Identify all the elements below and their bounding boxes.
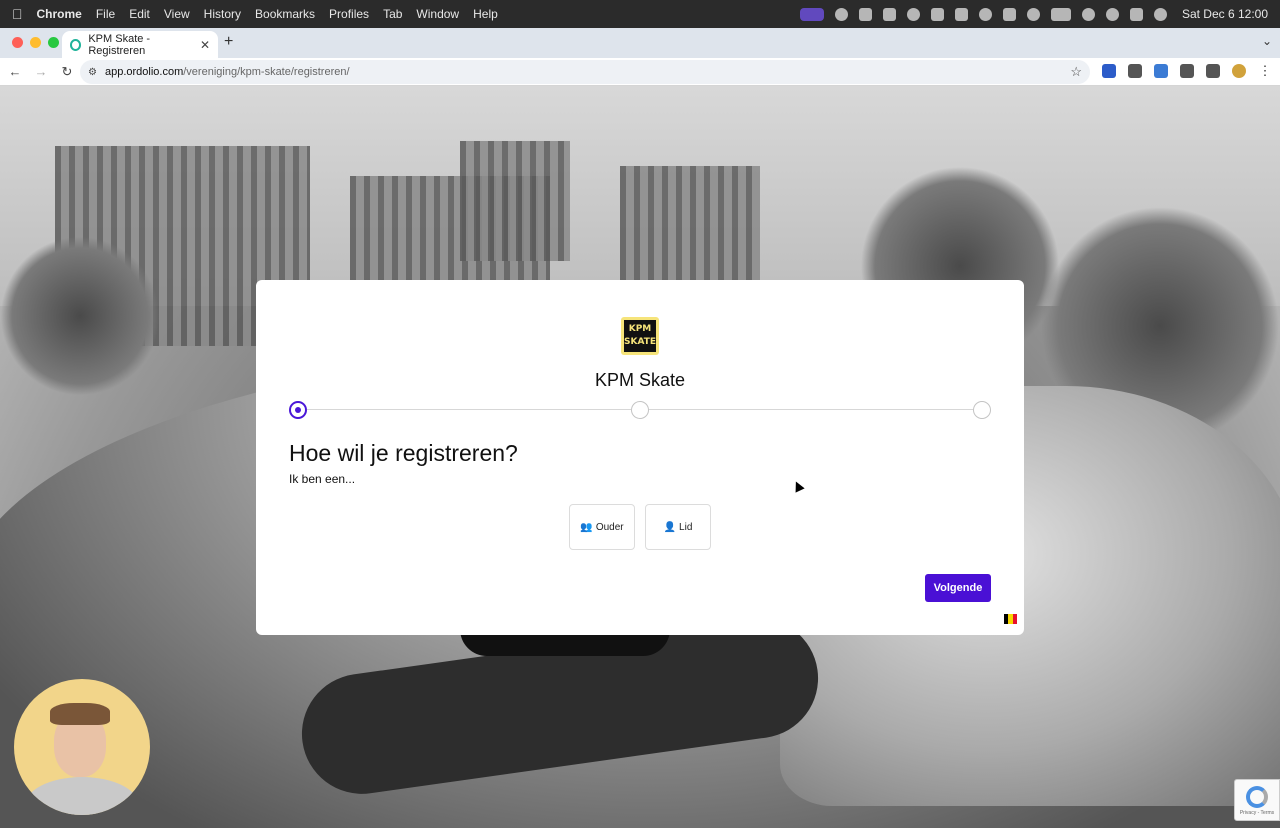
menu-clock[interactable]: Sat Dec 6 12:00	[1182, 7, 1268, 21]
step-connector	[649, 409, 973, 410]
menu-tab[interactable]: Tab	[383, 7, 402, 21]
browser-tab-bar: KPM Skate - Registreren ✕ + ⌄	[0, 28, 1280, 58]
app-status-icon-2[interactable]	[882, 7, 896, 21]
logo-text-top: KPM	[628, 324, 652, 334]
menu-view[interactable]: View	[164, 7, 190, 21]
menu-profiles[interactable]: Profiles	[329, 7, 369, 21]
step-connector	[307, 409, 631, 410]
club-logo: KPM SKATE	[621, 317, 659, 355]
step-1-indicator	[289, 401, 307, 419]
recaptcha-terms[interactable]: Privacy - Terms	[1240, 810, 1274, 816]
recaptcha-badge[interactable]: Privacy - Terms	[1234, 779, 1280, 821]
person-icon: 👤	[663, 521, 677, 533]
tab-search-chevron-icon[interactable]: ⌄	[1262, 34, 1272, 48]
tab-favicon-icon	[70, 38, 82, 51]
menu-edit[interactable]: Edit	[129, 7, 150, 21]
app-status-icon-3[interactable]	[930, 7, 944, 21]
webcam-overlay	[14, 679, 150, 815]
screen-record-icon[interactable]	[799, 7, 824, 21]
status-icons: Sat Dec 6 12:00	[799, 7, 1268, 21]
wifi-icon[interactable]	[1081, 7, 1095, 21]
address-bar[interactable]: ⚙ app.ordolio.com /vereniging/kpm-skate/…	[80, 60, 1090, 84]
users-icon: 👥	[580, 521, 593, 533]
browser-menu-icon[interactable]: ⋮	[1258, 64, 1272, 78]
option-lid-button[interactable]: 👤 Lid	[645, 504, 711, 550]
menu-window[interactable]: Window	[416, 7, 459, 21]
siri-icon[interactable]	[1153, 7, 1167, 21]
option-label: Ouder	[595, 521, 624, 533]
menu-bookmarks[interactable]: Bookmarks	[255, 7, 315, 21]
option-label: Lid	[679, 521, 693, 533]
next-button[interactable]: Volgende	[925, 574, 991, 602]
extension-icon-1[interactable]	[1102, 64, 1116, 78]
flag-stripe	[1012, 614, 1017, 624]
minimize-window-icon[interactable]	[30, 37, 41, 48]
option-ouder-button[interactable]: 👥 Ouder	[569, 504, 635, 550]
extension-icon-2[interactable]	[1128, 64, 1142, 78]
maximize-window-icon[interactable]	[48, 37, 59, 48]
macos-menu-bar:  Chrome File Edit View History Bookmark…	[0, 0, 1280, 28]
url-host: app.ordolio.com	[104, 66, 184, 78]
extensions-bar: ⋮	[1102, 64, 1272, 78]
battery-icon[interactable]	[1050, 7, 1071, 21]
cloud-icon[interactable]	[906, 7, 920, 21]
site-info-icon[interactable]: ⚙	[88, 67, 97, 78]
back-icon[interactable]: ←	[4, 64, 26, 79]
registration-card: KPM SKATE KPM Skate Hoe wil je registrer…	[256, 280, 1024, 635]
browser-toolbar: ← → ↻ ⚙ app.ordolio.com /vereniging/kpm-…	[0, 58, 1280, 86]
apple-menu-icon[interactable]: 	[12, 6, 23, 22]
new-tab-icon[interactable]: +	[224, 33, 233, 51]
extension-icon-3[interactable]	[1154, 64, 1168, 78]
extensions-puzzle-icon[interactable]	[1180, 64, 1194, 78]
media-controls-icon[interactable]	[1206, 64, 1220, 78]
play-icon[interactable]	[1026, 7, 1040, 21]
menu-history[interactable]: History	[204, 7, 241, 21]
tab-title: KPM Skate - Registreren	[88, 32, 151, 57]
building	[460, 141, 570, 261]
step-progress	[289, 401, 991, 419]
app-status-icon-5[interactable]	[978, 7, 992, 21]
menu-app-name[interactable]: Chrome	[37, 7, 82, 21]
page-title: Hoe wil je registreren?	[289, 440, 518, 466]
forward-icon[interactable]: →	[30, 64, 52, 79]
browser-tab-active[interactable]: KPM Skate - Registreren ✕	[62, 31, 218, 58]
presenter-body	[24, 777, 140, 815]
profile-avatar-icon[interactable]	[1232, 64, 1246, 78]
app-status-icon-4[interactable]	[954, 7, 968, 21]
close-window-icon[interactable]	[12, 37, 23, 48]
step-3-indicator	[973, 401, 991, 419]
control-center-icon[interactable]	[1129, 7, 1143, 21]
bookmark-star-icon[interactable]: ☆	[1070, 64, 1082, 80]
tree	[0, 236, 160, 396]
menu-file[interactable]: File	[96, 7, 115, 21]
menu-help[interactable]: Help	[473, 7, 498, 21]
bolt-icon[interactable]	[834, 7, 848, 21]
url-path: /vereniging/kpm-skate/registreren/	[183, 66, 350, 78]
presenter-hair	[50, 703, 110, 725]
window-controls	[0, 37, 69, 48]
app-status-icon-6[interactable]	[1002, 7, 1016, 21]
logo-text-bottom: SKATE	[624, 337, 657, 347]
club-name: KPM Skate	[594, 370, 686, 390]
page-subtitle: Ik ben een...	[289, 472, 356, 486]
reload-icon[interactable]: ↻	[56, 64, 78, 80]
recaptcha-icon	[1246, 786, 1268, 808]
tab-close-icon[interactable]: ✕	[200, 38, 210, 52]
step-2-indicator	[631, 401, 649, 419]
belgium-flag-icon[interactable]	[1004, 614, 1017, 624]
app-status-icon[interactable]	[858, 7, 872, 21]
search-icon[interactable]	[1105, 7, 1119, 21]
club-logo-mark: KPM SKATE	[624, 320, 656, 352]
